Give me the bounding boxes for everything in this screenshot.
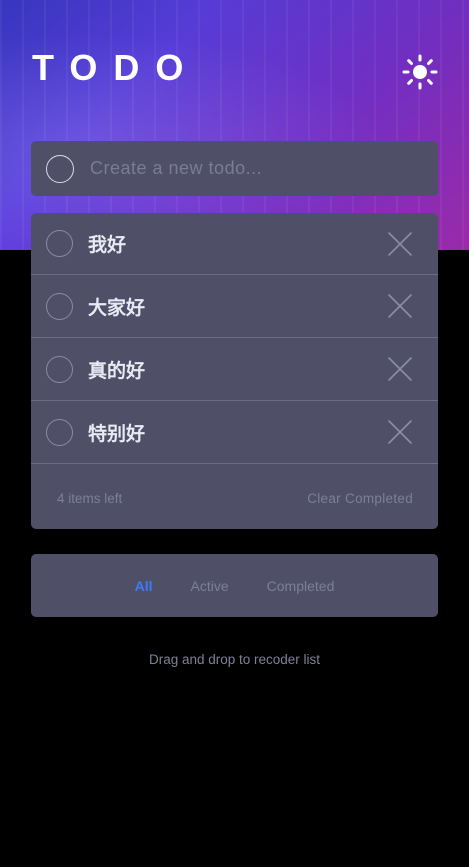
new-todo-bar <box>31 141 438 196</box>
todo-checkbox[interactable] <box>46 230 73 257</box>
close-icon[interactable] <box>387 293 413 319</box>
todo-item[interactable]: 特别好 <box>31 401 438 464</box>
close-icon[interactable] <box>387 419 413 445</box>
new-todo-checkbox[interactable] <box>46 154 74 183</box>
filter-all[interactable]: All <box>135 578 153 594</box>
todo-checkbox[interactable] <box>46 292 73 320</box>
todo-text: 特别好 <box>88 422 146 445</box>
clear-completed-button[interactable]: Clear Completed <box>307 491 413 506</box>
todo-checkbox[interactable] <box>46 418 73 446</box>
list-footer: 4 items left Clear Completed <box>31 467 438 529</box>
close-icon[interactable] <box>387 231 413 257</box>
new-todo-input[interactable] <box>90 148 438 189</box>
todo-text: 大家好 <box>88 296 146 319</box>
todo-text: 我好 <box>88 234 127 256</box>
drag-hint: Drag and drop to recoder list <box>148 652 321 667</box>
todo-checkbox[interactable] <box>46 355 73 383</box>
items-left-count: 4 items left <box>57 490 123 506</box>
sun-icon <box>402 54 438 90</box>
app-title: TODO <box>32 47 200 88</box>
todo-list: 我好 大家好 真的好 特别好 4 items left Clear Comple… <box>31 213 438 529</box>
todo-item[interactable]: 大家好 <box>31 275 438 338</box>
todo-text: 真的好 <box>88 359 146 382</box>
filter-completed[interactable]: Completed <box>267 578 335 594</box>
filter-active[interactable]: Active <box>191 578 229 594</box>
todo-item[interactable]: 真的好 <box>31 338 438 401</box>
theme-toggle-button[interactable] <box>402 54 438 90</box>
filter-bar: All Active Completed <box>31 554 438 617</box>
todo-item[interactable]: 我好 <box>31 213 438 275</box>
close-icon[interactable] <box>387 356 413 382</box>
